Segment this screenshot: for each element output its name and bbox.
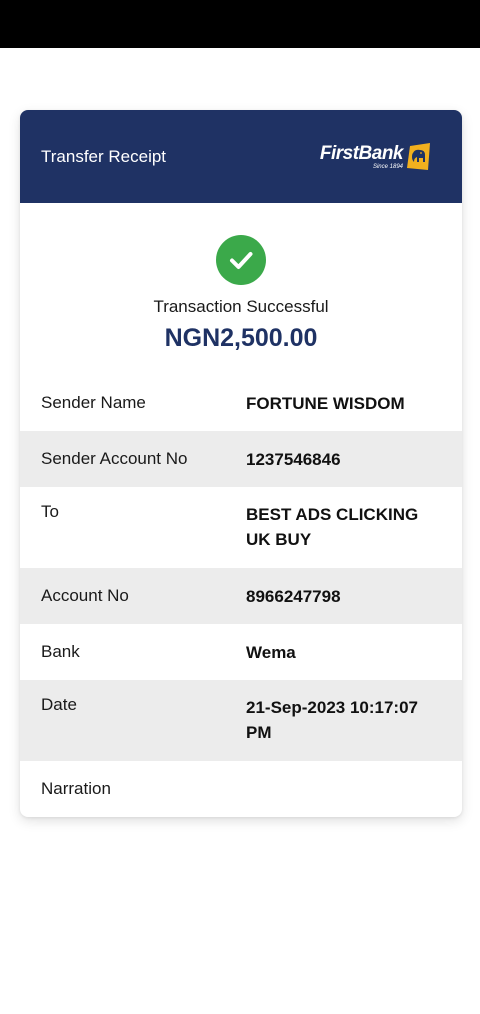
detail-value: 21-Sep-2023 10:17:07 PM — [246, 698, 419, 742]
detail-label: Date — [41, 695, 77, 714]
detail-label: Bank — [41, 642, 80, 661]
detail-value: 1237546846 — [246, 449, 341, 469]
detail-row-bank: Bank Wema — [20, 624, 462, 680]
firstbank-logo: FirstBank Since 1894 — [320, 143, 430, 170]
success-summary: Transaction Successful NGN2,500.00 — [20, 203, 462, 375]
receipt-card: Transfer Receipt FirstBank Since 1894 Tr… — [20, 110, 462, 817]
detail-value: Wema — [246, 642, 296, 662]
transaction-amount: NGN2,500.00 — [164, 324, 318, 352]
detail-row-recipient: To BEST ADS CLICKING UK BUY — [20, 487, 462, 568]
detail-label: To — [41, 502, 59, 521]
detail-label: Narration — [41, 779, 111, 798]
receipt-title: Transfer Receipt — [41, 146, 167, 166]
status-bar — [0, 0, 480, 48]
detail-label: Sender Account No — [41, 449, 188, 468]
elephant-logo-icon — [407, 143, 430, 170]
detail-label: Sender Name — [41, 393, 146, 412]
detail-value: BEST ADS CLICKING UK BUY — [246, 505, 419, 549]
detail-row-sender-account: Sender Account No 1237546846 — [20, 431, 462, 487]
logo-brand-text: FirstBank — [319, 142, 404, 164]
detail-label: Account No — [41, 586, 129, 605]
detail-row-date: Date 21-Sep-2023 10:17:07 PM — [20, 680, 462, 761]
receipt-header: Transfer Receipt FirstBank Since 1894 — [20, 110, 462, 203]
logo-since-text: Since 1894 — [372, 163, 403, 170]
detail-row-narration: Narration — [20, 761, 462, 817]
detail-row-account-no: Account No 8966247798 — [20, 568, 462, 624]
check-icon — [216, 235, 266, 285]
detail-value: 8966247798 — [246, 586, 341, 606]
transaction-status: Transaction Successful — [153, 297, 329, 316]
detail-value: FORTUNE WISDOM — [246, 393, 405, 413]
detail-row-sender-name: Sender Name FORTUNE WISDOM — [20, 375, 462, 431]
